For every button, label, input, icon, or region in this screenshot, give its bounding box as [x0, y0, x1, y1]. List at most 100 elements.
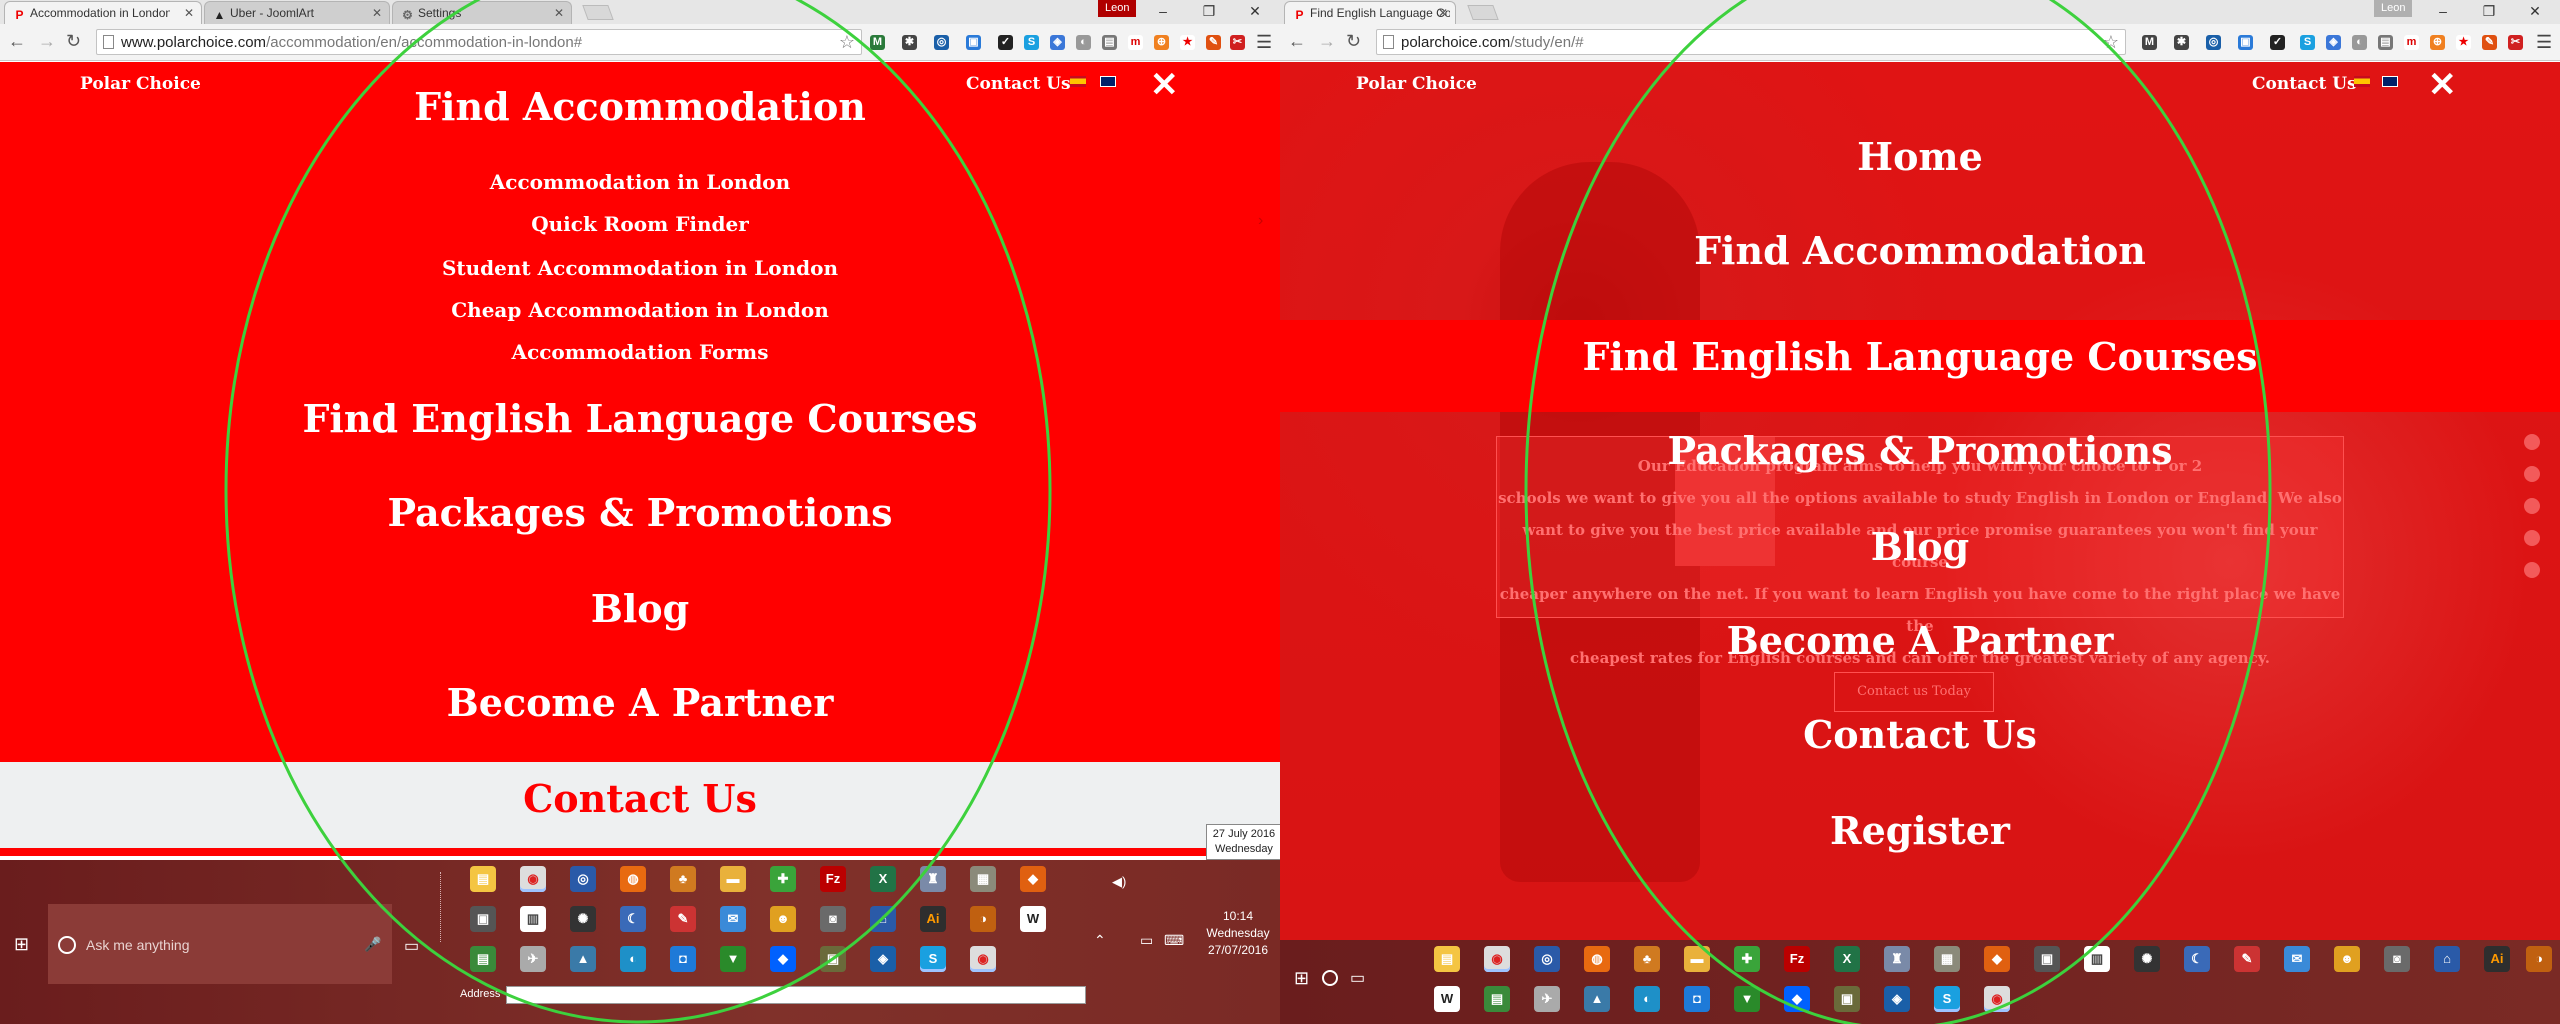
skype-icon[interactable]: S — [1024, 35, 1039, 50]
app-icon[interactable]: ◐ — [1634, 986, 1660, 1012]
back-arrow-icon[interactable]: ← — [1288, 30, 1306, 52]
close-tab-icon[interactable]: ✕ — [372, 6, 382, 20]
submenu-item[interactable]: Cheap Accommodation in London — [0, 298, 1280, 322]
new-tab-button[interactable] — [1467, 5, 1499, 20]
extension-icon[interactable]: ◈ — [1050, 35, 1065, 50]
puzzle-icon[interactable]: ✚ — [1734, 946, 1760, 972]
chrome-icon[interactable]: ◉ — [1984, 986, 2010, 1012]
extension-icon[interactable]: ◎ — [934, 35, 949, 50]
filezilla-icon[interactable]: Fz — [820, 866, 846, 892]
menu-home[interactable]: Home — [1280, 134, 2560, 179]
extension-icon[interactable]: ✂ — [2508, 35, 2523, 50]
extension-icon[interactable]: ◐ — [1076, 35, 1091, 50]
app-icon[interactable]: ◈ — [870, 946, 896, 972]
app-icon[interactable]: ▲ — [570, 946, 596, 972]
notification-icon[interactable]: ▭ — [1140, 932, 1153, 949]
submenu-item[interactable]: Quick Room Finder — [0, 212, 1280, 236]
store-icon[interactable]: ▥ — [2084, 946, 2110, 972]
app-icon[interactable]: ♣ — [670, 866, 696, 892]
close-tab-icon[interactable]: ✕ — [554, 6, 564, 20]
illustrator-icon[interactable]: Ai — [2484, 946, 2510, 972]
spanish-flag-icon[interactable] — [2354, 76, 2370, 87]
app-icon[interactable]: ◑ — [2526, 946, 2552, 972]
keyboard-icon[interactable]: ⌨ — [1164, 932, 1184, 949]
chrome-icon[interactable]: ◉ — [1484, 946, 1510, 972]
app-icon[interactable]: ✎ — [670, 906, 696, 932]
app-icon[interactable]: ◘ — [670, 946, 696, 972]
app-icon[interactable]: ▤ — [1484, 986, 1510, 1012]
close-window-icon[interactable]: ✕ — [2520, 0, 2550, 22]
menu-icon[interactable]: ☰ — [2536, 32, 2552, 53]
uk-flag-icon[interactable] — [2382, 76, 2398, 87]
app-icon[interactable]: ☻ — [2334, 946, 2360, 972]
close-tab-icon[interactable]: ✕ — [184, 6, 194, 20]
speaker-icon[interactable]: ◀) — [1112, 874, 1126, 890]
app-icon[interactable]: ✺ — [570, 906, 596, 932]
app-icon[interactable]: ♣ — [1634, 946, 1660, 972]
extension-icon[interactable]: ▣ — [966, 35, 981, 50]
menu-find-accommodation[interactable]: Find Accommodation — [1280, 228, 2560, 273]
reload-icon[interactable]: ↻ — [1346, 30, 1361, 52]
firefox-icon[interactable]: ◍ — [620, 866, 646, 892]
extension-icon[interactable]: m — [1128, 35, 1143, 50]
app-icon[interactable]: ✉ — [2284, 946, 2310, 972]
chrome-icon[interactable]: ◉ — [520, 866, 546, 892]
clock[interactable]: 10:14 Wednesday 27/07/2016 — [1198, 908, 1278, 959]
app-icon[interactable]: ◙ — [2384, 946, 2410, 972]
chrome-icon[interactable]: ◉ — [970, 946, 996, 972]
star-icon[interactable]: ☆ — [839, 32, 855, 53]
extension-icon[interactable]: ⊕ — [1154, 35, 1169, 50]
extension-icon[interactable]: ◈ — [2326, 35, 2341, 50]
app-icon[interactable]: ☻ — [770, 906, 796, 932]
download-icon[interactable]: ▼ — [1734, 986, 1760, 1012]
network-icon[interactable]: ◎ — [1534, 946, 1560, 972]
illustrator-icon[interactable]: Ai — [920, 906, 946, 932]
extension-icon[interactable]: ▣ — [2238, 35, 2253, 50]
app-icon[interactable]: ▦ — [1934, 946, 1960, 972]
menu-register[interactable]: Register — [1280, 808, 2560, 853]
restore-icon[interactable]: ❐ — [1194, 0, 1224, 22]
contact-us-today-button[interactable]: Contact us Today — [1834, 672, 1994, 712]
app-icon[interactable]: ▤ — [470, 946, 496, 972]
menu-become-partner[interactable]: Become A Partner — [1280, 618, 2560, 663]
task-view-icon[interactable]: ▭ — [404, 936, 419, 956]
dropbox-icon[interactable]: ◆ — [770, 946, 796, 972]
task-view-icon[interactable]: ▭ — [1350, 968, 1365, 988]
star-icon[interactable]: ☆ — [2103, 32, 2119, 53]
extension-icon[interactable]: ✎ — [2482, 35, 2497, 50]
camera-icon[interactable]: ▣ — [470, 906, 496, 932]
extension-icon[interactable]: m — [2404, 35, 2419, 50]
app-icon[interactable]: ▣ — [820, 946, 846, 972]
menu-blog[interactable]: Blog — [1280, 524, 2560, 569]
extension-icon[interactable]: M — [870, 35, 885, 50]
minimize-icon[interactable]: – — [1148, 0, 1178, 22]
submenu-item[interactable]: Accommodation Forms — [0, 340, 1280, 364]
chevron-up-icon[interactable]: ⌃ — [1094, 932, 1106, 949]
app-icon[interactable]: ✈ — [1534, 986, 1560, 1012]
app-icon[interactable]: ✎ — [2234, 946, 2260, 972]
file-explorer-icon[interactable]: ▤ — [470, 866, 496, 892]
extension-icon[interactable]: ✓ — [998, 35, 1013, 50]
extension-icon[interactable]: ✱ — [2174, 35, 2189, 50]
app-icon[interactable]: ◆ — [1020, 866, 1046, 892]
app-icon[interactable]: ▦ — [970, 866, 996, 892]
tab-settings[interactable]: ⚙ Settings ✕ — [392, 1, 572, 24]
menu-blog[interactable]: Blog — [0, 586, 1280, 631]
dropbox-icon[interactable]: ◆ — [1784, 986, 1810, 1012]
skype-icon[interactable]: S — [1934, 986, 1960, 1012]
menu-find-english-courses[interactable]: Find English Language Courses — [1280, 334, 2560, 379]
app-icon[interactable]: ◑ — [970, 906, 996, 932]
minimize-icon[interactable]: – — [2428, 0, 2458, 22]
close-window-icon[interactable]: ✕ — [1240, 0, 1270, 22]
forward-arrow-icon[interactable]: → — [1318, 30, 1336, 52]
download-icon[interactable]: ▼ — [720, 946, 746, 972]
forward-arrow-icon[interactable]: → — [38, 30, 56, 52]
menu-find-english-courses[interactable]: Find English Language Courses — [0, 396, 1280, 441]
header-contact-link[interactable]: Contact Us — [2252, 74, 2357, 94]
filezilla-icon[interactable]: Fz — [1784, 946, 1810, 972]
submenu-item[interactable]: Student Accommodation in London — [0, 256, 1280, 280]
folder-icon[interactable]: ▬ — [720, 866, 746, 892]
app-icon[interactable]: ◆ — [1984, 946, 2010, 972]
extension-icon[interactable]: ◎ — [2206, 35, 2221, 50]
app-icon[interactable]: ✈ — [520, 946, 546, 972]
